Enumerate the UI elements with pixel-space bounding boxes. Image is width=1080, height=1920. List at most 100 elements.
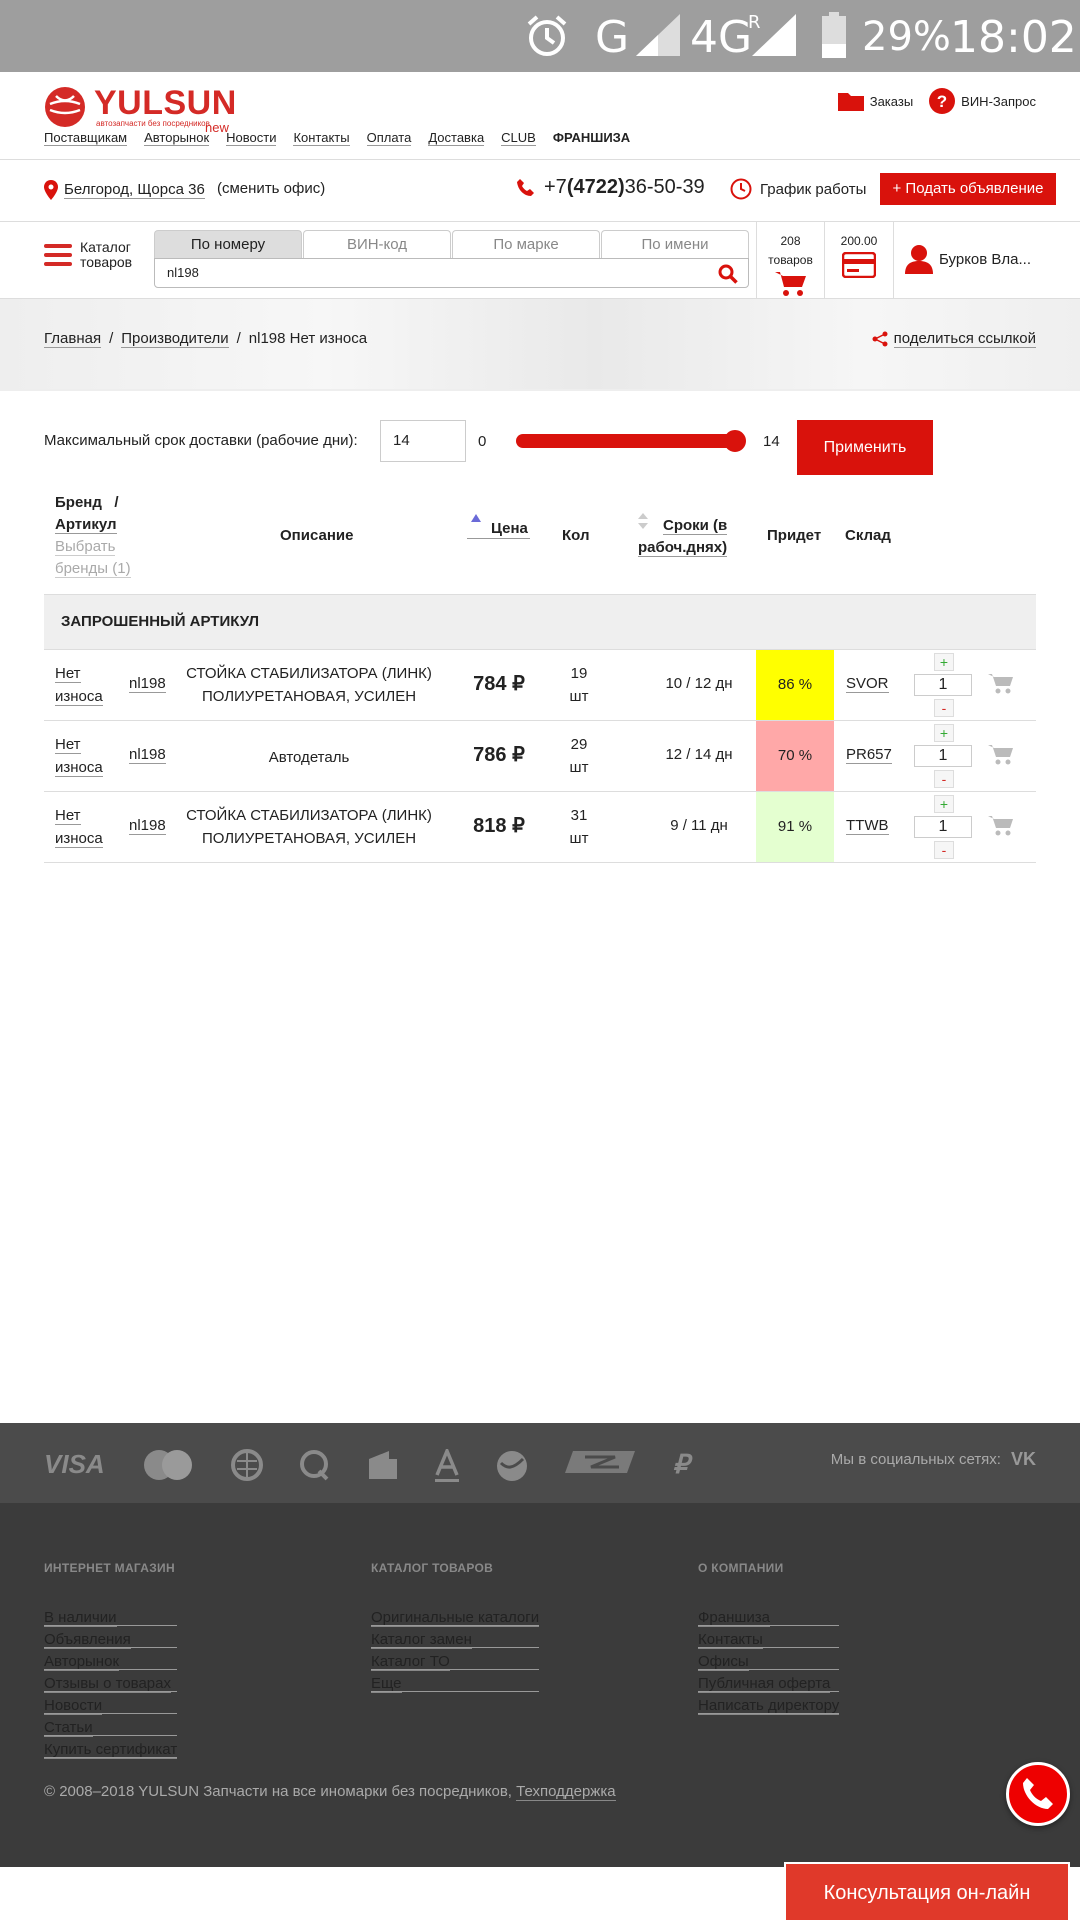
- warehouse-link[interactable]: PR657: [846, 746, 892, 764]
- decrement-button[interactable]: -: [934, 699, 954, 717]
- phone-prefix: +7: [544, 176, 567, 198]
- quantity-unit: шт: [569, 830, 589, 847]
- tab-vin[interactable]: ВИН-код: [303, 230, 451, 258]
- vin-request-link[interactable]: ? ВИН-Запрос: [929, 88, 1036, 114]
- increment-button[interactable]: +: [934, 653, 954, 671]
- warehouse-link[interactable]: TTWB: [846, 817, 889, 835]
- alfa-bank-icon: [434, 1449, 459, 1482]
- orders-link[interactable]: Заказы: [837, 91, 913, 111]
- footer-col-title: ИНТЕРНЕТ МАГАЗИН: [44, 1561, 175, 1575]
- brand-article-header[interactable]: Бренд / Артикул Выбрать бренды (1): [55, 492, 131, 580]
- search-input[interactable]: nl198: [154, 258, 749, 288]
- brand-text: Нет: [55, 807, 81, 825]
- catalog-menu-button[interactable]: Каталог товаров: [44, 240, 132, 270]
- price-header[interactable]: Цена: [467, 514, 530, 539]
- user-menu[interactable]: Бурков Вла...: [905, 244, 1031, 274]
- footer-link[interactable]: В наличии: [44, 1609, 178, 1627]
- add-to-cart-icon[interactable]: [988, 814, 1014, 836]
- increment-button[interactable]: +: [934, 724, 954, 742]
- decrement-button[interactable]: -: [934, 841, 954, 859]
- article-link[interactable]: nl198: [129, 675, 166, 693]
- status-bar: G 4G R 29% 18:02: [0, 0, 1080, 72]
- nav-franchise[interactable]: ФРАНШИЗА: [553, 130, 630, 146]
- max-days-input[interactable]: 14: [380, 420, 466, 462]
- search-icon[interactable]: [718, 264, 738, 284]
- signal-icon: [636, 14, 680, 56]
- footer-link[interactable]: Отзывы о товарах: [44, 1675, 178, 1693]
- increment-button[interactable]: +: [934, 795, 954, 813]
- amount-input[interactable]: 1: [914, 674, 972, 696]
- brand-link[interactable]: Нет износа: [55, 662, 103, 708]
- brand-text: Нет: [55, 736, 81, 754]
- vk-icon[interactable]: VK: [1011, 1449, 1036, 1470]
- decrement-button[interactable]: -: [934, 770, 954, 788]
- tab-by-name[interactable]: По имени: [601, 230, 749, 258]
- balance-button[interactable]: 200.00: [825, 222, 894, 299]
- footer-link[interactable]: Авторынок: [44, 1653, 178, 1671]
- nav-contacts[interactable]: Контакты: [293, 130, 350, 146]
- support-link[interactable]: Техподдержка: [516, 1783, 616, 1801]
- article-link[interactable]: nl198: [129, 746, 166, 764]
- footer-link[interactable]: Объявления: [44, 1631, 178, 1649]
- article-link[interactable]: nl198: [129, 817, 166, 835]
- add-to-cart-icon[interactable]: [988, 672, 1014, 694]
- nav-club[interactable]: CLUB: [501, 130, 536, 146]
- change-office-link[interactable]: (сменить офис): [217, 180, 325, 197]
- nav-automarket[interactable]: Авторынок: [144, 130, 210, 146]
- terms-header[interactable]: Сроки (в рабоч.днях): [638, 513, 728, 559]
- footer-link[interactable]: Франшиза: [698, 1609, 840, 1627]
- slider-handle[interactable]: [724, 430, 746, 452]
- webmoney-icon: [230, 1449, 263, 1481]
- footer-col-title: КАТАЛОГ ТОВАРОВ: [371, 1561, 494, 1575]
- footer-link[interactable]: Купить сертификат: [44, 1741, 178, 1759]
- cart-button[interactable]: 208 товаров: [756, 222, 825, 299]
- brand-link[interactable]: Нет износа: [55, 733, 103, 779]
- tab-by-number[interactable]: По номеру: [154, 230, 302, 258]
- share-link[interactable]: поделиться ссылкой: [872, 330, 1036, 348]
- signal-icon-2: [752, 14, 796, 56]
- logo[interactable]: YULSUN автозапчасти без посредников: [44, 84, 236, 134]
- tab-by-brand[interactable]: По марке: [452, 230, 600, 258]
- call-button[interactable]: [1006, 1762, 1070, 1826]
- add-listing-button[interactable]: + Подать объявление: [880, 173, 1056, 205]
- footer-link[interactable]: Написать директору: [698, 1697, 840, 1715]
- footer-link[interactable]: Статьи: [44, 1719, 178, 1737]
- footer-link[interactable]: Новости: [44, 1697, 178, 1715]
- footer-link[interactable]: Офисы: [698, 1653, 840, 1671]
- cart-icon: [774, 272, 806, 296]
- footer-link[interactable]: Контакты: [698, 1631, 840, 1649]
- choose-brands-link[interactable]: Выбрать: [55, 538, 116, 556]
- footer-link[interactable]: Публичная оферта: [698, 1675, 840, 1693]
- nav-suppliers[interactable]: Поставщикам: [44, 130, 128, 146]
- footer-link[interactable]: Еще: [371, 1675, 540, 1693]
- qiwi-icon: [299, 1450, 329, 1481]
- apply-button[interactable]: Применить: [797, 420, 933, 475]
- nav-payment[interactable]: Оплата: [366, 130, 412, 146]
- contact-icon: [564, 1451, 635, 1473]
- footer-link[interactable]: Каталог замен: [371, 1631, 540, 1649]
- breadcrumb-producers[interactable]: Производители: [121, 330, 229, 348]
- nav-news[interactable]: Новости: [226, 130, 277, 146]
- nav-delivery[interactable]: Доставка: [428, 130, 485, 146]
- footer-link[interactable]: Оригинальные каталоги: [371, 1609, 540, 1627]
- breadcrumb-home[interactable]: Главная: [44, 330, 102, 348]
- days-slider[interactable]: [516, 434, 744, 448]
- choose-brands-count[interactable]: бренды (1): [55, 560, 131, 578]
- amount-input[interactable]: 1: [914, 745, 972, 767]
- online-consultation-button[interactable]: Консультация он-лайн: [784, 1862, 1070, 1920]
- price: 818 ₽: [473, 815, 525, 837]
- quantity-unit: шт: [569, 688, 589, 705]
- phone[interactable]: +7(4722)36-50-39: [516, 176, 705, 199]
- description: СТОЙКА СТАБИЛИЗАТОРА (ЛИНК) ПОЛИУРЕТАНОВА…: [174, 662, 444, 708]
- schedule-link[interactable]: График работы: [730, 178, 866, 200]
- top-nav: Поставщикам Авторынок Новости Контакты О…: [44, 130, 630, 146]
- add-to-cart-icon[interactable]: [988, 743, 1014, 765]
- warehouse-link[interactable]: SVOR: [846, 675, 889, 693]
- amount-input[interactable]: 1: [914, 816, 972, 838]
- brand-link[interactable]: Нет износа: [55, 804, 103, 850]
- location[interactable]: Белгород, Щорса 36: [44, 180, 205, 200]
- arrival-probability: 91 %: [756, 792, 834, 862]
- requested-article-section: ЗАПРОШЕННЫЙ АРТИКУЛ: [44, 594, 1036, 650]
- footer-link[interactable]: Каталог ТО: [371, 1653, 540, 1671]
- warehouse-header: Склад: [845, 527, 891, 544]
